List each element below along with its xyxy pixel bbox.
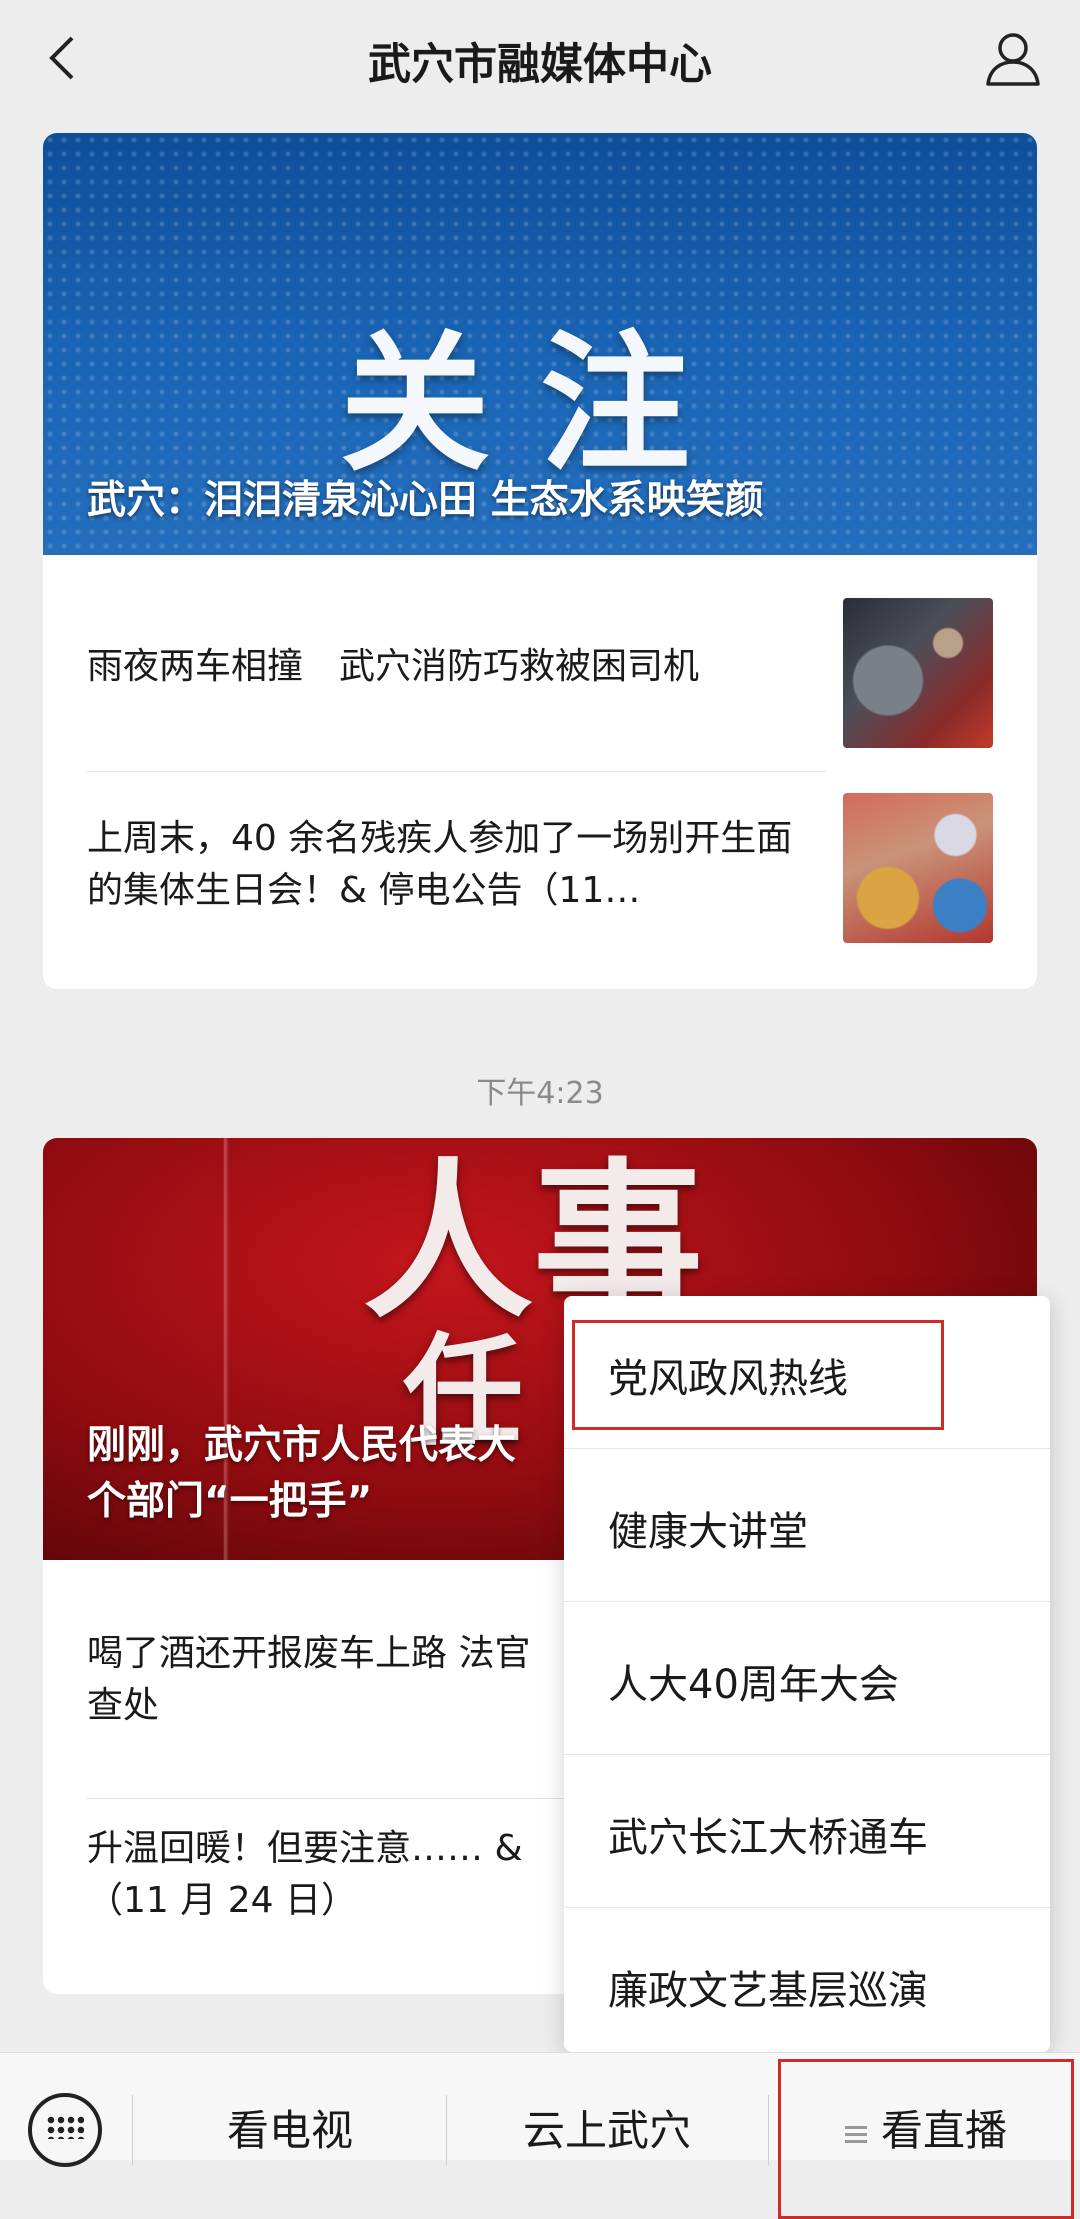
menu-item-label: 廉政文艺基层巡演 [608,1968,928,2014]
divider [768,2095,769,2165]
keyboard-icon [46,2115,84,2139]
menu-lines-icon [844,2123,867,2144]
tab-cloud-wuxue[interactable]: 云上武穴 [462,2097,752,2158]
live-submenu-popup: 党风政风热线 健康大讲堂 人大40周年大会 武穴长江大桥通车 廉政文艺基层巡演 [564,1296,1050,2052]
tab-watch-tv[interactable]: 看电视 [150,2097,430,2158]
menu-item-label: 健康大讲堂 [608,1509,808,1555]
menu-item-bridge-opening[interactable]: 武穴长江大桥通车 [564,1755,1050,1907]
menu-item-label: 人大40周年大会 [608,1662,899,1708]
page-title: 武穴市融媒体中心 [368,40,712,90]
tab-watch-live[interactable]: 看直播 [786,2097,1066,2158]
article-thumbnail[interactable] [843,598,993,748]
menu-item-label: 武穴长江大桥通车 [608,1815,928,1861]
article-title: 上周末，40 余名残疾人参加了一场别开生面的集体生日会！& 停电公告（11… [87,818,793,911]
banner-title-text: 关注 [339,318,740,492]
tab-label: 看直播 [880,2106,1007,2155]
menu-item-integrity-tour[interactable]: 廉政文艺基层巡演 [564,1908,1050,2060]
article-title: 雨夜两车相撞 武穴消防巧救被困司机 [87,646,700,687]
message-timestamp: 下午4:23 [476,1076,604,1111]
profile-button[interactable] [980,26,1046,92]
article-thumbnail[interactable] [843,793,993,943]
featured-article-banner[interactable]: 关注 武穴：汨汨清泉沁心田 生态水系映笑颜 [43,133,1037,555]
divider [87,771,827,772]
featured-headline: 武穴：汨汨清泉沁心田 生态水系映笑颜 [87,478,764,523]
keyboard-toggle-button[interactable] [28,2093,102,2167]
menu-item-npc-anniversary[interactable]: 人大40周年大会 [564,1602,1050,1754]
top-navigation-bar: 武穴市融媒体中心 [0,0,1080,118]
divider [132,2095,133,2165]
divider [446,2095,447,2165]
article-card: 关注 武穴：汨汨清泉沁心田 生态水系映笑颜 雨夜两车相撞 武穴消防巧救被困司机 … [43,133,1037,989]
user-icon [986,33,1040,86]
bottom-menu-bar: 看电视 云上武穴 看直播 [0,2052,1080,2219]
menu-item-party-hotline[interactable]: 党风政风热线 [564,1296,1050,1448]
menu-item-label: 党风政风热线 [608,1356,848,1402]
menu-item-health-lecture[interactable]: 健康大讲堂 [564,1449,1050,1601]
